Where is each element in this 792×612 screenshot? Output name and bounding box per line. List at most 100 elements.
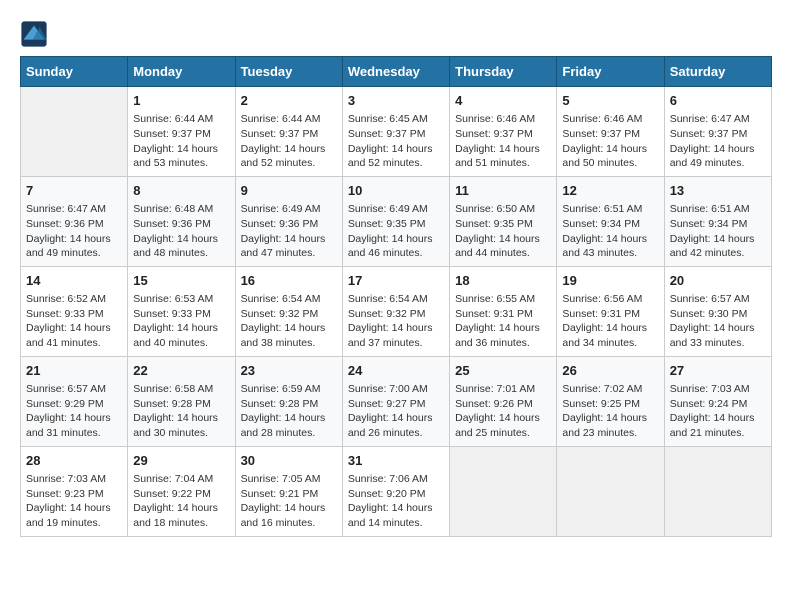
day-header-tuesday: Tuesday bbox=[235, 57, 342, 87]
sunset: Sunset: 9:20 PM bbox=[348, 488, 426, 500]
calendar-cell: 21Sunrise: 6:57 AMSunset: 9:29 PMDayligh… bbox=[21, 356, 128, 446]
day-number: 11 bbox=[455, 182, 551, 200]
sunrise: Sunrise: 6:58 AM bbox=[133, 383, 213, 395]
sunrise: Sunrise: 7:00 AM bbox=[348, 383, 428, 395]
calendar-cell: 15Sunrise: 6:53 AMSunset: 9:33 PMDayligh… bbox=[128, 266, 235, 356]
daylight-label: Daylight: 14 hours and 26 minutes. bbox=[348, 412, 433, 439]
day-number: 29 bbox=[133, 452, 229, 470]
sunset: Sunset: 9:30 PM bbox=[670, 308, 748, 320]
week-row-5: 28Sunrise: 7:03 AMSunset: 9:23 PMDayligh… bbox=[21, 446, 772, 536]
daylight-label: Daylight: 14 hours and 48 minutes. bbox=[133, 233, 218, 260]
daylight-label: Daylight: 14 hours and 43 minutes. bbox=[562, 233, 647, 260]
sunset: Sunset: 9:34 PM bbox=[562, 218, 640, 230]
day-number: 9 bbox=[241, 182, 337, 200]
sunset: Sunset: 9:25 PM bbox=[562, 398, 640, 410]
sunrise: Sunrise: 6:47 AM bbox=[670, 113, 750, 125]
calendar-cell: 6Sunrise: 6:47 AMSunset: 9:37 PMDaylight… bbox=[664, 87, 771, 177]
day-header-friday: Friday bbox=[557, 57, 664, 87]
sunrise: Sunrise: 6:59 AM bbox=[241, 383, 321, 395]
week-row-1: 1 Sunrise: 6:44 AM Sunset: 9:37 PM Daylight… bbox=[21, 87, 772, 177]
daylight-label: Daylight: 14 hours and 19 minutes. bbox=[26, 502, 111, 529]
day-number: 19 bbox=[562, 272, 658, 290]
calendar-cell: 13Sunrise: 6:51 AMSunset: 9:34 PMDayligh… bbox=[664, 176, 771, 266]
sunrise: Sunrise: 6:44 AM bbox=[133, 113, 213, 125]
sunset: Sunset: 9:36 PM bbox=[133, 218, 211, 230]
day-number: 1 bbox=[133, 92, 229, 110]
sunrise: Sunrise: 6:52 AM bbox=[26, 293, 106, 305]
calendar-cell bbox=[664, 446, 771, 536]
sunset: Sunset: 9:35 PM bbox=[348, 218, 426, 230]
header bbox=[20, 20, 772, 48]
calendar-cell: 28Sunrise: 7:03 AMSunset: 9:23 PMDayligh… bbox=[21, 446, 128, 536]
calendar-cell: 30Sunrise: 7:05 AMSunset: 9:21 PMDayligh… bbox=[235, 446, 342, 536]
daylight-label: Daylight: 14 hours and 33 minutes. bbox=[670, 322, 755, 349]
sunrise: Sunrise: 7:03 AM bbox=[670, 383, 750, 395]
sunset: Sunset: 9:22 PM bbox=[133, 488, 211, 500]
daylight-label: Daylight: 14 hours and 44 minutes. bbox=[455, 233, 540, 260]
days-header-row: SundayMondayTuesdayWednesdayThursdayFrid… bbox=[21, 57, 772, 87]
calendar-cell: 29Sunrise: 7:04 AMSunset: 9:22 PMDayligh… bbox=[128, 446, 235, 536]
calendar-cell: 5Sunrise: 6:46 AMSunset: 9:37 PMDaylight… bbox=[557, 87, 664, 177]
daylight-label: Daylight: 14 hours and 51 minutes. bbox=[455, 143, 540, 170]
calendar-cell: 22Sunrise: 6:58 AMSunset: 9:28 PMDayligh… bbox=[128, 356, 235, 446]
day-number: 4 bbox=[455, 92, 551, 110]
sunrise: Sunrise: 6:57 AM bbox=[26, 383, 106, 395]
daylight-label: Daylight: 14 hours and 18 minutes. bbox=[133, 502, 218, 529]
sunrise: Sunrise: 6:44 AM bbox=[241, 113, 321, 125]
calendar-cell: 20Sunrise: 6:57 AMSunset: 9:30 PMDayligh… bbox=[664, 266, 771, 356]
sunset: Sunset: 9:33 PM bbox=[26, 308, 104, 320]
day-number: 25 bbox=[455, 362, 551, 380]
calendar-cell: 24 Sunrise: 7:00 AM Sunset: 9:27 PM Dayligh… bbox=[342, 356, 449, 446]
day-number: 27 bbox=[670, 362, 766, 380]
daylight-label: Daylight: 14 hours and 28 minutes. bbox=[241, 412, 326, 439]
calendar-cell: 25Sunrise: 7:01 AMSunset: 9:26 PMDayligh… bbox=[450, 356, 557, 446]
sunrise: Sunrise: 6:53 AM bbox=[133, 293, 213, 305]
daylight-label: Daylight: 14 hours and 52 minutes. bbox=[241, 143, 326, 170]
day-number: 24 bbox=[348, 362, 444, 380]
sunset: Sunset: 9:35 PM bbox=[455, 218, 533, 230]
logo-icon bbox=[20, 20, 48, 48]
daylight-label: Daylight: 14 hours and 16 minutes. bbox=[241, 502, 326, 529]
sunset: Sunset: 9:37 PM bbox=[348, 128, 426, 140]
daylight-label: Daylight: 14 hours and 53 minutes. bbox=[133, 143, 218, 170]
week-row-4: 21Sunrise: 6:57 AMSunset: 9:29 PMDayligh… bbox=[21, 356, 772, 446]
sunset: Sunset: 9:21 PM bbox=[241, 488, 319, 500]
week-row-3: 14Sunrise: 6:52 AMSunset: 9:33 PMDayligh… bbox=[21, 266, 772, 356]
day-number: 8 bbox=[133, 182, 229, 200]
calendar-cell bbox=[450, 446, 557, 536]
day-header-monday: Monday bbox=[128, 57, 235, 87]
day-number: 12 bbox=[562, 182, 658, 200]
daylight-label: Daylight: 14 hours and 50 minutes. bbox=[562, 143, 647, 170]
sunset: Sunset: 9:34 PM bbox=[670, 218, 748, 230]
sunrise: Sunrise: 6:46 AM bbox=[562, 113, 642, 125]
sunset: Sunset: 9:28 PM bbox=[133, 398, 211, 410]
calendar-cell: 1Sunrise: 6:44 AMSunset: 9:37 PMDaylight… bbox=[128, 87, 235, 177]
logo bbox=[20, 20, 52, 48]
daylight-label: Daylight: 14 hours and 30 minutes. bbox=[133, 412, 218, 439]
sunset: Sunset: 9:31 PM bbox=[562, 308, 640, 320]
daylight-label: Daylight: 14 hours and 25 minutes. bbox=[455, 412, 540, 439]
day-number: 23 bbox=[241, 362, 337, 380]
calendar-cell: 9Sunrise: 6:49 AMSunset: 9:36 PMDaylight… bbox=[235, 176, 342, 266]
sunset: Sunset: 9:27 PM bbox=[348, 398, 426, 410]
calendar-cell: 2Sunrise: 6:44 AMSunset: 9:37 PMDaylight… bbox=[235, 87, 342, 177]
daylight-label: Daylight: 14 hours and 40 minutes. bbox=[133, 322, 218, 349]
calendar-cell: 26Sunrise: 7:02 AMSunset: 9:25 PMDayligh… bbox=[557, 356, 664, 446]
daylight-label: Daylight: 14 hours and 36 minutes. bbox=[455, 322, 540, 349]
day-number: 10 bbox=[348, 182, 444, 200]
sunrise: Sunrise: 6:51 AM bbox=[670, 203, 750, 215]
sunset: Sunset: 9:28 PM bbox=[241, 398, 319, 410]
daylight-label: Daylight: 14 hours and 52 minutes. bbox=[348, 143, 433, 170]
sunrise: Sunrise: 6:46 AM bbox=[455, 113, 535, 125]
calendar-cell: 7Sunrise: 6:47 AMSunset: 9:36 PMDaylight… bbox=[21, 176, 128, 266]
sunset: Sunset: 9:23 PM bbox=[26, 488, 104, 500]
calendar-cell: 23 Sunrise: 6:59 AM Sunset: 9:28 PM Dayligh… bbox=[235, 356, 342, 446]
sunset: Sunset: 9:32 PM bbox=[348, 308, 426, 320]
sunset: Sunset: 9:37 PM bbox=[241, 128, 319, 140]
sunset: Sunset: 9:31 PM bbox=[455, 308, 533, 320]
day-header-saturday: Saturday bbox=[664, 57, 771, 87]
sunrise: Sunrise: 7:01 AM bbox=[455, 383, 535, 395]
calendar-cell: 8Sunrise: 6:48 AMSunset: 9:36 PMDaylight… bbox=[128, 176, 235, 266]
daylight-label: Daylight: 14 hours and 21 minutes. bbox=[670, 412, 755, 439]
calendar-cell: 4Sunrise: 6:46 AMSunset: 9:37 PMDaylight… bbox=[450, 87, 557, 177]
